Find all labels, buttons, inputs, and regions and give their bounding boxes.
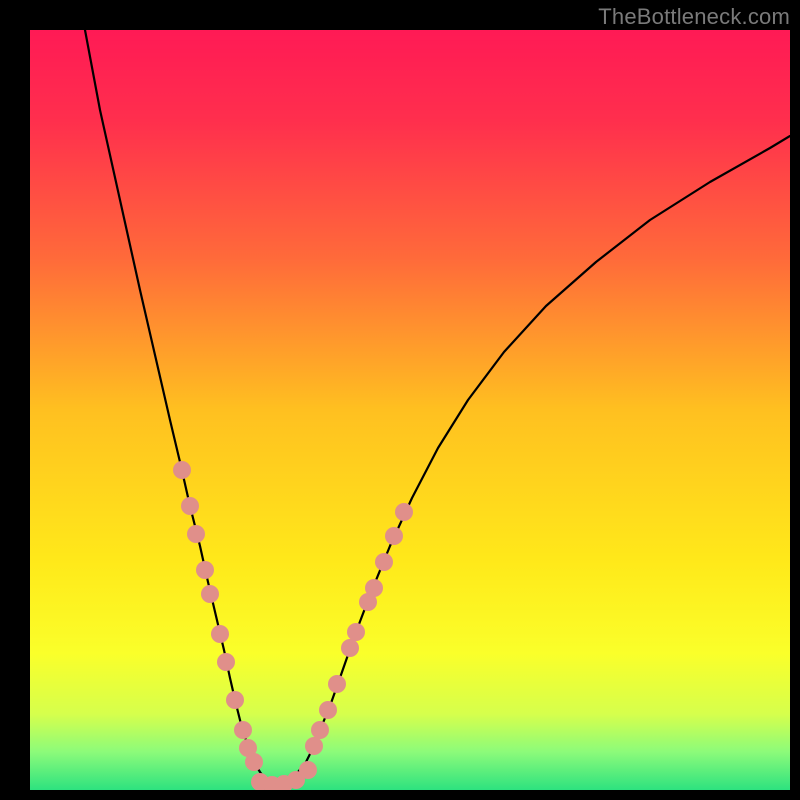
highlight-dot <box>196 561 214 579</box>
highlight-dot <box>245 753 263 771</box>
gradient-background <box>30 30 790 790</box>
highlight-dot <box>311 721 329 739</box>
highlight-dot <box>201 585 219 603</box>
highlight-dot <box>328 675 346 693</box>
highlight-dot <box>347 623 365 641</box>
highlight-dot <box>181 497 199 515</box>
highlight-dot <box>305 737 323 755</box>
highlight-dot <box>226 691 244 709</box>
highlight-dot <box>385 527 403 545</box>
highlight-dot <box>365 579 383 597</box>
highlight-dot <box>341 639 359 657</box>
highlight-dot <box>319 701 337 719</box>
highlight-dot <box>299 761 317 779</box>
highlight-dot <box>173 461 191 479</box>
highlight-dot <box>234 721 252 739</box>
chart-frame: TheBottleneck.com <box>0 0 800 800</box>
watermark-text: TheBottleneck.com <box>598 4 790 30</box>
highlight-dot <box>395 503 413 521</box>
highlight-dot <box>217 653 235 671</box>
highlight-dot <box>211 625 229 643</box>
highlight-dot <box>187 525 205 543</box>
plot-area <box>30 30 790 790</box>
highlight-dot <box>375 553 393 571</box>
bottleneck-chart <box>30 30 790 790</box>
